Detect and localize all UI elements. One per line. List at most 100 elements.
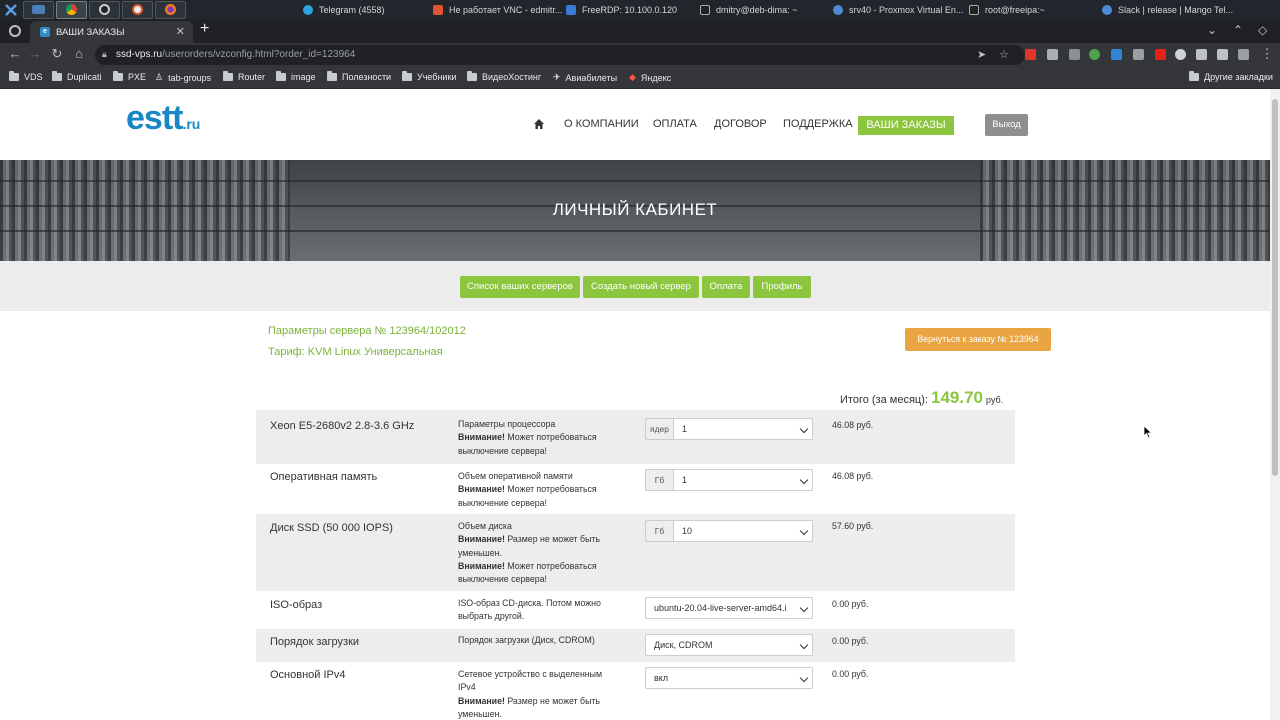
total-price: 149.70 bbox=[930, 388, 983, 407]
reload-icon[interactable]: ↻ bbox=[48, 46, 66, 62]
row-price: 0.00 руб. bbox=[832, 669, 869, 679]
bookmark-link[interactable]: ✈ Авиабилеты bbox=[553, 72, 617, 83]
sidebar-icon[interactable] bbox=[1217, 49, 1228, 60]
row-name: ISO-образ bbox=[270, 599, 323, 611]
row-description: Порядок загрузки (Диск, CDROM) bbox=[458, 635, 595, 645]
firefox-launcher[interactable] bbox=[155, 0, 186, 19]
bookmark-folder[interactable]: Полезности bbox=[327, 71, 391, 82]
task-vnc-thread[interactable]: Не работает VNC - edmitr... bbox=[433, 0, 566, 19]
task-proxmox[interactable]: srv40 - Proxmox Virtual En... bbox=[833, 0, 969, 19]
clock-app-launcher[interactable] bbox=[89, 0, 120, 19]
menu-contract[interactable]: ДОГОВОР bbox=[714, 118, 767, 130]
folder-icon bbox=[223, 71, 233, 81]
cpu-cores-select[interactable]: ядер 1 bbox=[645, 418, 813, 440]
chrome-launcher[interactable] bbox=[56, 0, 87, 19]
select-value[interactable]: 1 bbox=[673, 418, 813, 440]
extension-icon[interactable] bbox=[1047, 49, 1058, 60]
ipv4-select[interactable]: вкл bbox=[645, 667, 813, 689]
row-price: 0.00 руб. bbox=[832, 636, 869, 646]
bookmark-star-icon[interactable]: ☆ bbox=[999, 48, 1009, 61]
new-tab-icon[interactable]: + bbox=[200, 20, 209, 38]
page-scrollbar[interactable] bbox=[1270, 89, 1280, 720]
bookmark-folder[interactable]: Duplicati bbox=[52, 71, 102, 82]
row-description: Объем оперативной памяти Внимание! Может… bbox=[458, 471, 597, 508]
task-terminal-freeipa[interactable]: root@freeipa:~ bbox=[969, 0, 1102, 19]
select-value[interactable]: вкл bbox=[645, 667, 813, 689]
select-value[interactable]: Диск, CDROM bbox=[645, 634, 813, 656]
back-to-order-button[interactable]: Вернуться к заказу № 123964 bbox=[905, 328, 1051, 351]
task-terminal-deb-dima[interactable]: dmitry@deb-dima: ~ bbox=[700, 0, 833, 19]
extension-icon[interactable] bbox=[1133, 49, 1144, 60]
bookmark-folder[interactable]: ВидеоХостинг bbox=[467, 71, 541, 82]
url-text[interactable]: ssd-vps.ru/userorders/vzconfig.html?orde… bbox=[116, 49, 355, 60]
close-tab-icon[interactable]: ✕ bbox=[176, 25, 185, 38]
scrollbar-thumb[interactable] bbox=[1272, 99, 1278, 476]
ram-size-select[interactable]: Гб 1 bbox=[645, 469, 813, 491]
unit-label: Гб bbox=[645, 520, 673, 542]
menu-support[interactable]: ПОДДЕРЖКА bbox=[783, 118, 853, 130]
unit-label: ядер bbox=[645, 418, 673, 440]
task-telegram[interactable]: Telegram (4558) bbox=[303, 0, 433, 19]
abp-extension-icon[interactable] bbox=[1025, 49, 1036, 60]
bookmark-folder[interactable]: image bbox=[276, 71, 316, 82]
bookmark-folder[interactable]: PXE bbox=[113, 71, 146, 82]
start-menu-icon[interactable] bbox=[4, 3, 18, 17]
brave-icon bbox=[132, 4, 143, 15]
tab-orders[interactable]: e ВАШИ ЗАКАЗЫ ✕ bbox=[30, 21, 193, 43]
back-arrow-icon[interactable]: ← bbox=[6, 46, 24, 61]
select-value[interactable]: 1 bbox=[673, 469, 813, 491]
task-freerdp[interactable]: FreeRDP: 10.100.0.120 bbox=[566, 0, 700, 19]
menu-about[interactable]: О КОМПАНИИ bbox=[564, 118, 639, 130]
puzzle-icon[interactable] bbox=[1196, 49, 1207, 60]
row-price: 0.00 руб. bbox=[832, 599, 869, 609]
payment-button[interactable]: Оплата bbox=[702, 276, 750, 298]
menu-kebab-icon[interactable]: ⋮ bbox=[1258, 46, 1276, 62]
bookmarks-bar: VDS Duplicati PXE ♙ tab-groups Router ima… bbox=[0, 67, 1280, 89]
chrome-icon bbox=[833, 4, 843, 15]
send-icon[interactable]: ➤ bbox=[977, 48, 986, 61]
other-bookmarks[interactable]: Другие закладки bbox=[1189, 71, 1273, 82]
restore-icon[interactable]: ◇ bbox=[1258, 23, 1267, 37]
select-value[interactable]: ubuntu-20.04-live-server-amd64.i bbox=[645, 597, 813, 619]
extension-icon[interactable] bbox=[1089, 49, 1100, 60]
bookmark-folder[interactable]: Router bbox=[223, 71, 265, 82]
home-icon[interactable] bbox=[533, 118, 545, 130]
forward-arrow-icon[interactable]: → bbox=[26, 46, 44, 61]
create-server-button[interactable]: Создать новый сервер bbox=[583, 276, 699, 298]
desktop-switcher[interactable] bbox=[23, 0, 54, 19]
select-value[interactable]: 10 bbox=[673, 520, 813, 542]
bookmark-folder[interactable]: Учебники bbox=[402, 71, 456, 82]
task-slack[interactable]: Slack | release | Mango Tel... bbox=[1102, 0, 1250, 19]
extension-icon[interactable] bbox=[1069, 49, 1080, 60]
address-bar[interactable]: 🔒︎ ssd-vps.ru/userorders/vzconfig.html?o… bbox=[95, 45, 1025, 65]
tab-search-icon[interactable]: ⌄ bbox=[1207, 23, 1217, 37]
firefox-icon bbox=[165, 4, 176, 15]
google-extension-icon[interactable] bbox=[1175, 49, 1186, 60]
logout-button[interactable]: Выход bbox=[985, 114, 1028, 136]
home-icon[interactable]: ⌂ bbox=[70, 46, 88, 61]
yandex-icon: ◆ bbox=[629, 72, 636, 82]
row-price: 46.08 руб. bbox=[832, 420, 874, 430]
menu-payment[interactable]: ОПЛАТА bbox=[653, 118, 697, 130]
bookmark-link[interactable]: ♙ tab-groups bbox=[155, 72, 211, 83]
site-logo[interactable]: estt.ru bbox=[126, 99, 200, 138]
pinned-tab-icon[interactable] bbox=[9, 25, 21, 37]
brave-launcher[interactable] bbox=[122, 0, 153, 19]
shield-icon bbox=[433, 4, 443, 15]
config-row-iso: ISO-образ ISO-образ CD-диска. Потом можн… bbox=[256, 591, 1015, 629]
iso-image-select[interactable]: ubuntu-20.04-live-server-amd64.i bbox=[645, 597, 813, 619]
servers-list-button[interactable]: Список ваших серверов bbox=[460, 276, 580, 298]
unit-label: Гб bbox=[645, 469, 673, 491]
disk-size-select[interactable]: Гб 10 bbox=[645, 520, 813, 542]
bookmark-folder[interactable]: VDS bbox=[9, 71, 43, 82]
plane-icon: ✈ bbox=[553, 72, 561, 82]
profile-button[interactable]: Профиль bbox=[753, 276, 811, 298]
boot-order-select[interactable]: Диск, CDROM bbox=[645, 634, 813, 656]
lab-icon[interactable] bbox=[1238, 49, 1249, 60]
youtube-extension-icon[interactable] bbox=[1155, 49, 1166, 60]
extension-icon[interactable] bbox=[1111, 49, 1122, 60]
minimize-icon[interactable]: ⌃ bbox=[1233, 23, 1243, 37]
menu-orders[interactable]: ВАШИ ЗАКАЗЫ bbox=[858, 116, 954, 135]
bookmark-link[interactable]: ◆ Яндекс bbox=[629, 72, 671, 83]
config-row-ipv4: Основной IPv4 Сетевое устройство с выдел… bbox=[256, 662, 1015, 720]
